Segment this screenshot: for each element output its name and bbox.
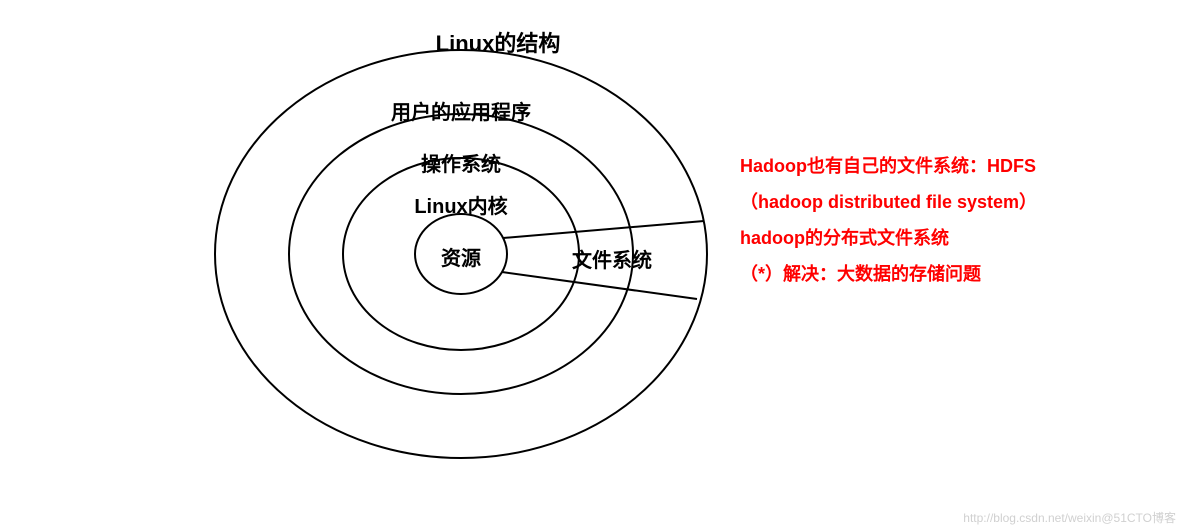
annotation-block: Hadoop也有自己的文件系统：HDFS （hadoop distributed… [740,148,1037,292]
label-wedge: 文件系统 [572,244,652,273]
annotation-line-1: Hadoop也有自己的文件系统：HDFS [740,148,1037,184]
label-inner-ring: Linux内核 [414,190,507,219]
diagram-title: Linux的结构 [436,26,561,58]
watermark: http://blog.csdn.net/weixin@51CTO博客 [963,509,1176,526]
label-middle-ring: 操作系统 [421,148,501,177]
annotation-line-3: hadoop的分布式文件系统 [740,220,1037,256]
wedge-line-lower [502,272,697,299]
annotation-line-4: （*）解决：大数据的存储问题 [740,256,1037,292]
annotation-line-2: （hadoop distributed file system） [740,184,1037,220]
wedge-line-upper [503,221,704,238]
label-outer-ring: 用户的应用程序 [391,96,531,125]
label-core: 资源 [441,242,481,271]
